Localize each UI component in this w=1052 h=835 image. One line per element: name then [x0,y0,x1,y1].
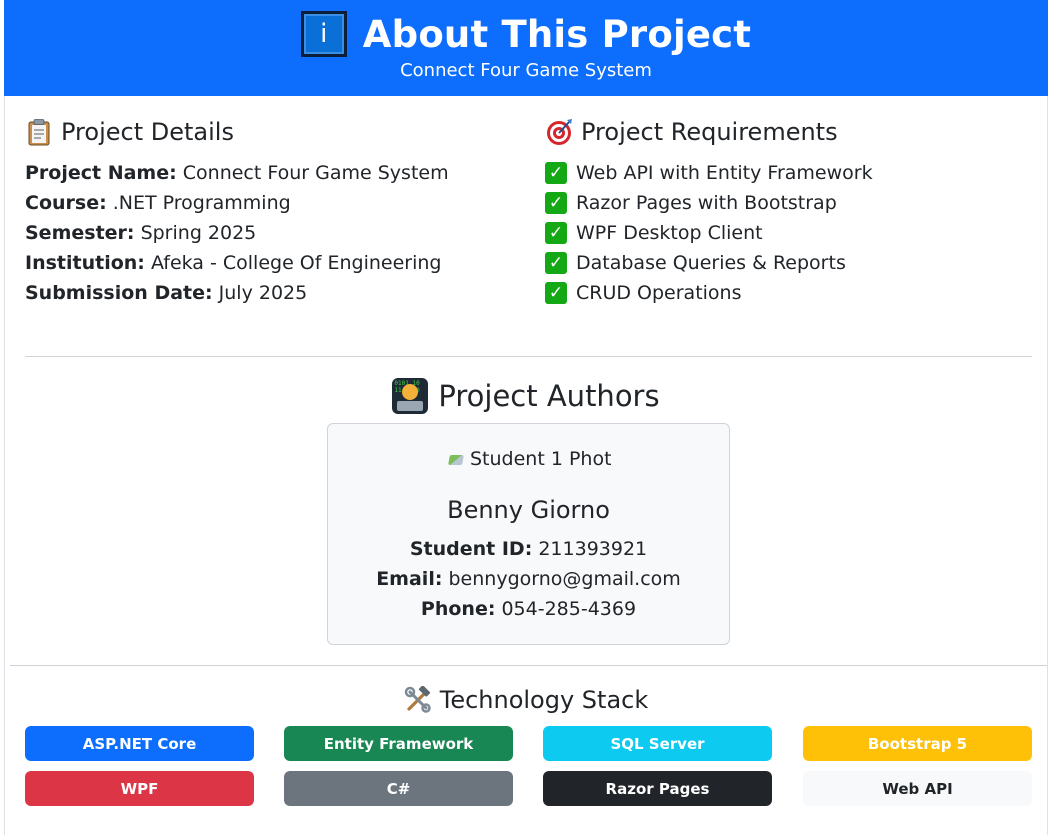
requirement-item: ✓ Razor Pages with Bootstrap [545,188,1035,218]
email-value: bennygorno@gmail.com [448,568,681,590]
requirement-label: Web API with Entity Framework [576,162,873,184]
student-id-value: 211393921 [538,538,648,560]
requirement-item: ✓ Web API with Entity Framework [545,158,1035,188]
requirement-label: CRUD Operations [576,282,742,304]
tech-badge-entity-framework: Entity Framework [284,726,513,761]
project-requirements-heading: Project Requirements [545,118,1035,146]
requirement-item: ✓ Database Queries & Reports [545,248,1035,278]
detail-value: Afeka - College Of Engineering [150,252,442,274]
target-icon [547,119,572,145]
student-id-label: Student ID: [409,538,533,560]
project-details-heading: Project Details [25,118,525,146]
project-requirements-section: Project Requirements ✓ Web API with Entit… [545,118,1035,308]
author-phone: Phone: 054-285-4369 [328,598,729,620]
detail-row-course: Course: .NET Programming [25,188,525,218]
detail-label: Semester: [25,222,135,244]
detail-label: Project Name: [25,162,177,184]
check-mark-icon: ✓ [545,162,567,184]
detail-value: Spring 2025 [140,222,257,244]
detail-value: .NET Programming [112,192,291,214]
detail-row-project-name: Project Name: Connect Four Game System [25,158,525,188]
student-photo: Student 1 Photo [448,448,611,470]
clipboard-icon [28,119,50,146]
detail-value: July 2025 [218,282,308,304]
section-divider [25,356,1032,357]
author-email: Email: bennygorno@gmail.com [328,568,729,590]
detail-row-submission-date: Submission Date: July 2025 [25,278,525,308]
technology-stack-heading: Technology Stack [0,686,1052,714]
info-icon: i [300,11,347,57]
detail-label: Submission Date: [25,282,213,304]
section-divider [10,665,1047,666]
detail-label: Institution: [25,252,145,274]
tech-badge-razor-pages: Razor Pages [543,771,772,806]
page-title: About This Project [362,12,752,56]
technology-stack-title: Technology Stack [439,686,649,714]
broken-image-icon [448,451,468,467]
requirement-item: ✓ CRUD Operations [545,278,1035,308]
tech-badge-web-api: Web API [803,771,1032,806]
detail-row-semester: Semester: Spring 2025 [25,218,525,248]
detail-label: Course: [25,192,107,214]
tech-badge-bootstrap-5: Bootstrap 5 [803,726,1032,761]
author-student-id: Student ID: 211393921 [328,538,729,560]
requirement-label: Razor Pages with Bootstrap [576,192,837,214]
technologist-icon: 0101 1011 0110 [392,378,429,414]
info-icon-glyph: i [320,19,328,49]
project-requirements-title: Project Requirements [581,118,838,146]
project-details-section: Project Details Project Name: Connect Fo… [25,118,525,308]
author-name: Benny Giorno [447,496,610,524]
check-mark-icon: ✓ [545,252,567,274]
detail-row-institution: Institution: Afeka - College Of Engineer… [25,248,525,278]
student-photo-alt: Student 1 Photo [470,448,611,470]
page-subtitle: Connect Four Game System [400,60,652,81]
check-mark-icon: ✓ [545,222,567,244]
phone-label: Phone: [420,598,496,620]
author-card: Student 1 Photo Benny Giorno Student ID:… [327,423,730,645]
header-title-row: i About This Project [4,8,1048,60]
phone-value: 054-285-4369 [501,598,637,620]
hammer-wrench-icon [404,686,431,713]
tech-badge-sql-server: SQL Server [543,726,772,761]
requirement-label: Database Queries & Reports [576,252,846,274]
tech-badge-asp-net-core: ASP.NET Core [25,726,254,761]
check-mark-icon: ✓ [545,282,567,304]
requirement-label: WPF Desktop Client [576,222,763,244]
tech-badge-wpf: WPF [25,771,254,806]
project-authors-heading: 0101 1011 0110 Project Authors [0,378,1052,414]
project-details-title: Project Details [61,118,234,146]
requirement-item: ✓ WPF Desktop Client [545,218,1035,248]
project-authors-title: Project Authors [438,379,660,413]
tech-badge-c: C# [284,771,513,806]
page-header: i About This Project Connect Four Game S… [4,0,1048,96]
check-mark-icon: ✓ [545,192,567,214]
detail-value: Connect Four Game System [182,162,449,184]
email-label: Email: [376,568,443,590]
